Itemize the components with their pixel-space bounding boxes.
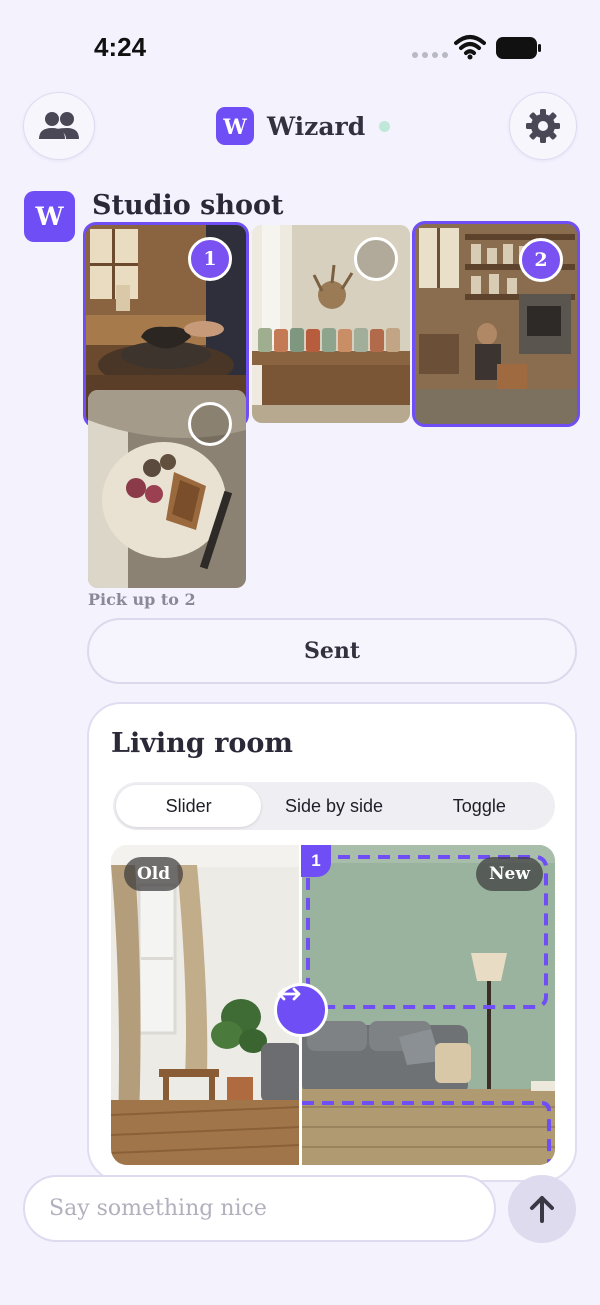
selection-badge: 2 [519,238,563,282]
message-title: Studio shoot [92,190,284,221]
assistant-avatar: W [24,191,75,242]
region-number-badge[interactable]: 1 [301,845,331,877]
photo-option[interactable] [252,225,410,423]
settings-button[interactable] [509,92,577,160]
selection-badge: 1 [188,237,232,281]
app-logo: W [216,107,254,145]
comparison-card: Living room Slider Side by side Toggle 1… [87,702,577,1182]
card-title: Living room [111,728,293,759]
battery-icon [496,37,541,59]
tab-slider[interactable]: Slider [116,785,262,827]
gear-icon [526,109,560,143]
sent-button[interactable]: Sent [87,618,577,684]
app-header: W Wizard [216,106,391,146]
app-title: Wizard [267,111,366,141]
old-label: Old [124,857,184,891]
wifi-icon [454,35,486,60]
room-before-after-image [111,845,555,1165]
online-status-dot [379,120,391,132]
before-after-slider[interactable]: 1 Old New [111,845,555,1165]
selection-badge [188,402,232,446]
tab-side-by-side[interactable]: Side by side [261,785,406,827]
selection-hint: Pick up to 2 [88,590,196,609]
send-button[interactable] [508,1175,576,1243]
photo-option[interactable] [88,390,246,588]
tab-toggle[interactable]: Toggle [407,785,552,827]
cellular-signal-icon [412,52,448,58]
arrow-up-icon [530,1196,554,1223]
message-input[interactable] [49,1196,469,1221]
message-composer [23,1175,496,1242]
status-bar: 4:24 [0,0,600,90]
left-right-arrows-icon [277,987,301,1001]
new-label: New [476,857,543,891]
status-time: 4:24 [94,32,147,62]
photo-option[interactable]: 2 [412,221,580,427]
people-icon [39,112,79,139]
selection-badge [354,237,398,281]
slider-handle[interactable] [274,983,328,1037]
people-button[interactable] [23,92,95,160]
view-mode-tabs: Slider Side by side Toggle [113,782,555,830]
